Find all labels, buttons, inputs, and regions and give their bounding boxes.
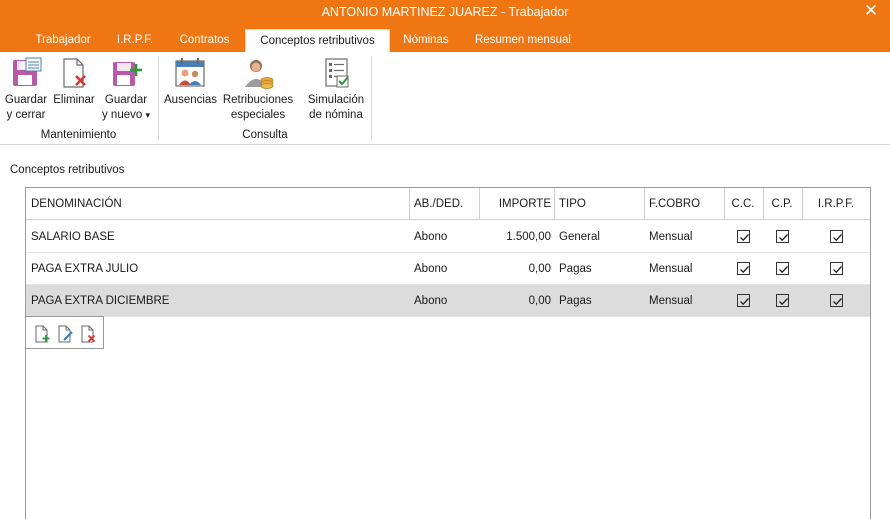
section-title: Conceptos retributivos (10, 164, 125, 176)
group-label-query: Consulta (242, 129, 288, 141)
close-button[interactable]: ✕ (860, 1, 882, 21)
row-actions-toolbar (25, 316, 104, 349)
calendar-people-icon (173, 56, 207, 90)
cc-checkbox[interactable] (737, 294, 750, 307)
cell-denominacion: SALARIO BASE (31, 231, 115, 243)
cell-fcobro: Mensual (649, 263, 693, 275)
cell-tipo: General (559, 231, 600, 243)
tab-contratos[interactable]: Contratos (168, 29, 241, 52)
cell-tipo: Pagas (559, 263, 592, 275)
group-divider (158, 56, 159, 140)
table-header: DENOMINACIÓN AB./DED. IMPORTE TIPO F.COB… (26, 188, 870, 220)
header-cp[interactable]: C.P. (763, 196, 801, 212)
table-row[interactable]: PAGA EXTRA DICIEMBRE Abono 0,00 Pagas Me… (26, 285, 870, 317)
header-abded[interactable]: AB./DED. (414, 196, 463, 212)
header-denominacion[interactable]: DENOMINACIÓN (31, 196, 122, 212)
header-cc[interactable]: C.C. (724, 196, 762, 212)
tab-conceptos-retributivos[interactable]: Conceptos retributivos (245, 29, 390, 52)
table-row[interactable]: SALARIO BASE Abono 1.500,00 General Mens… (26, 221, 870, 253)
cell-importe: 0,00 (528, 295, 551, 307)
irpf-checkbox[interactable] (830, 294, 843, 307)
cp-checkbox[interactable] (776, 230, 789, 243)
tab-resumen-mensual[interactable]: Resumen mensual (466, 29, 580, 52)
cell-denominacion: PAGA EXTRA DICIEMBRE (31, 295, 170, 307)
tab-nominas[interactable]: Nóminas (394, 29, 458, 52)
irpf-checkbox[interactable] (830, 230, 843, 243)
tab-irpf[interactable]: I.R.P.F. (108, 29, 162, 52)
save-new-button[interactable]: Guardar y nuevo ▾ (101, 56, 151, 123)
group-label-maintenance: Mantenimiento (40, 129, 117, 141)
header-tipo[interactable]: TIPO (559, 196, 586, 212)
checklist-icon (319, 56, 353, 90)
irpf-checkbox[interactable] (830, 262, 843, 275)
cell-denominacion: PAGA EXTRA JULIO (31, 263, 139, 275)
chevron-down-icon: ▾ (145, 110, 150, 120)
ribbon: Guardar y cerrar Eliminar Guardar y nuev… (0, 52, 890, 145)
concepts-table: DENOMINACIÓN AB./DED. IMPORTE TIPO F.COB… (25, 187, 871, 519)
cell-abded: Abono (414, 231, 448, 243)
table-row[interactable]: PAGA EXTRA JULIO Abono 0,00 Pagas Mensua… (26, 253, 870, 285)
cell-fcobro: Mensual (649, 231, 693, 243)
cc-checkbox[interactable] (737, 262, 750, 275)
save-new-icon (109, 56, 143, 90)
cell-abded: Abono (414, 295, 448, 307)
window-title: ANTONIO MARTINEZ JUAREZ - Trabajador (321, 5, 569, 19)
special-pay-button[interactable]: Retribuciones especiales (221, 56, 295, 123)
cp-checkbox[interactable] (776, 262, 789, 275)
header-fcobro[interactable]: F.COBRO (649, 196, 700, 212)
cc-checkbox[interactable] (737, 230, 750, 243)
cell-tipo: Pagas (559, 295, 592, 307)
person-coins-icon (241, 56, 275, 90)
cell-fcobro: Mensual (649, 295, 693, 307)
absences-button[interactable]: Ausencias (164, 56, 217, 108)
group-divider (371, 56, 372, 140)
header-importe[interactable]: IMPORTE (479, 196, 551, 212)
cell-importe: 1.500,00 (506, 231, 551, 243)
cp-checkbox[interactable] (776, 294, 789, 307)
save-close-icon (9, 56, 43, 90)
add-document-icon[interactable] (33, 325, 51, 343)
tab-trabajador[interactable]: Trabajador (23, 29, 103, 52)
delete-document-icon[interactable] (79, 325, 97, 343)
cell-abded: Abono (414, 263, 448, 275)
cell-importe: 0,00 (528, 263, 551, 275)
save-close-button[interactable]: Guardar y cerrar (3, 56, 49, 123)
delete-button[interactable]: Eliminar (52, 56, 96, 108)
edit-document-icon[interactable] (56, 325, 74, 343)
delete-document-icon (57, 56, 91, 90)
header-irpf[interactable]: I.R.P.F. (802, 196, 870, 212)
payroll-simulation-button[interactable]: Simulación de nómina (305, 56, 367, 123)
